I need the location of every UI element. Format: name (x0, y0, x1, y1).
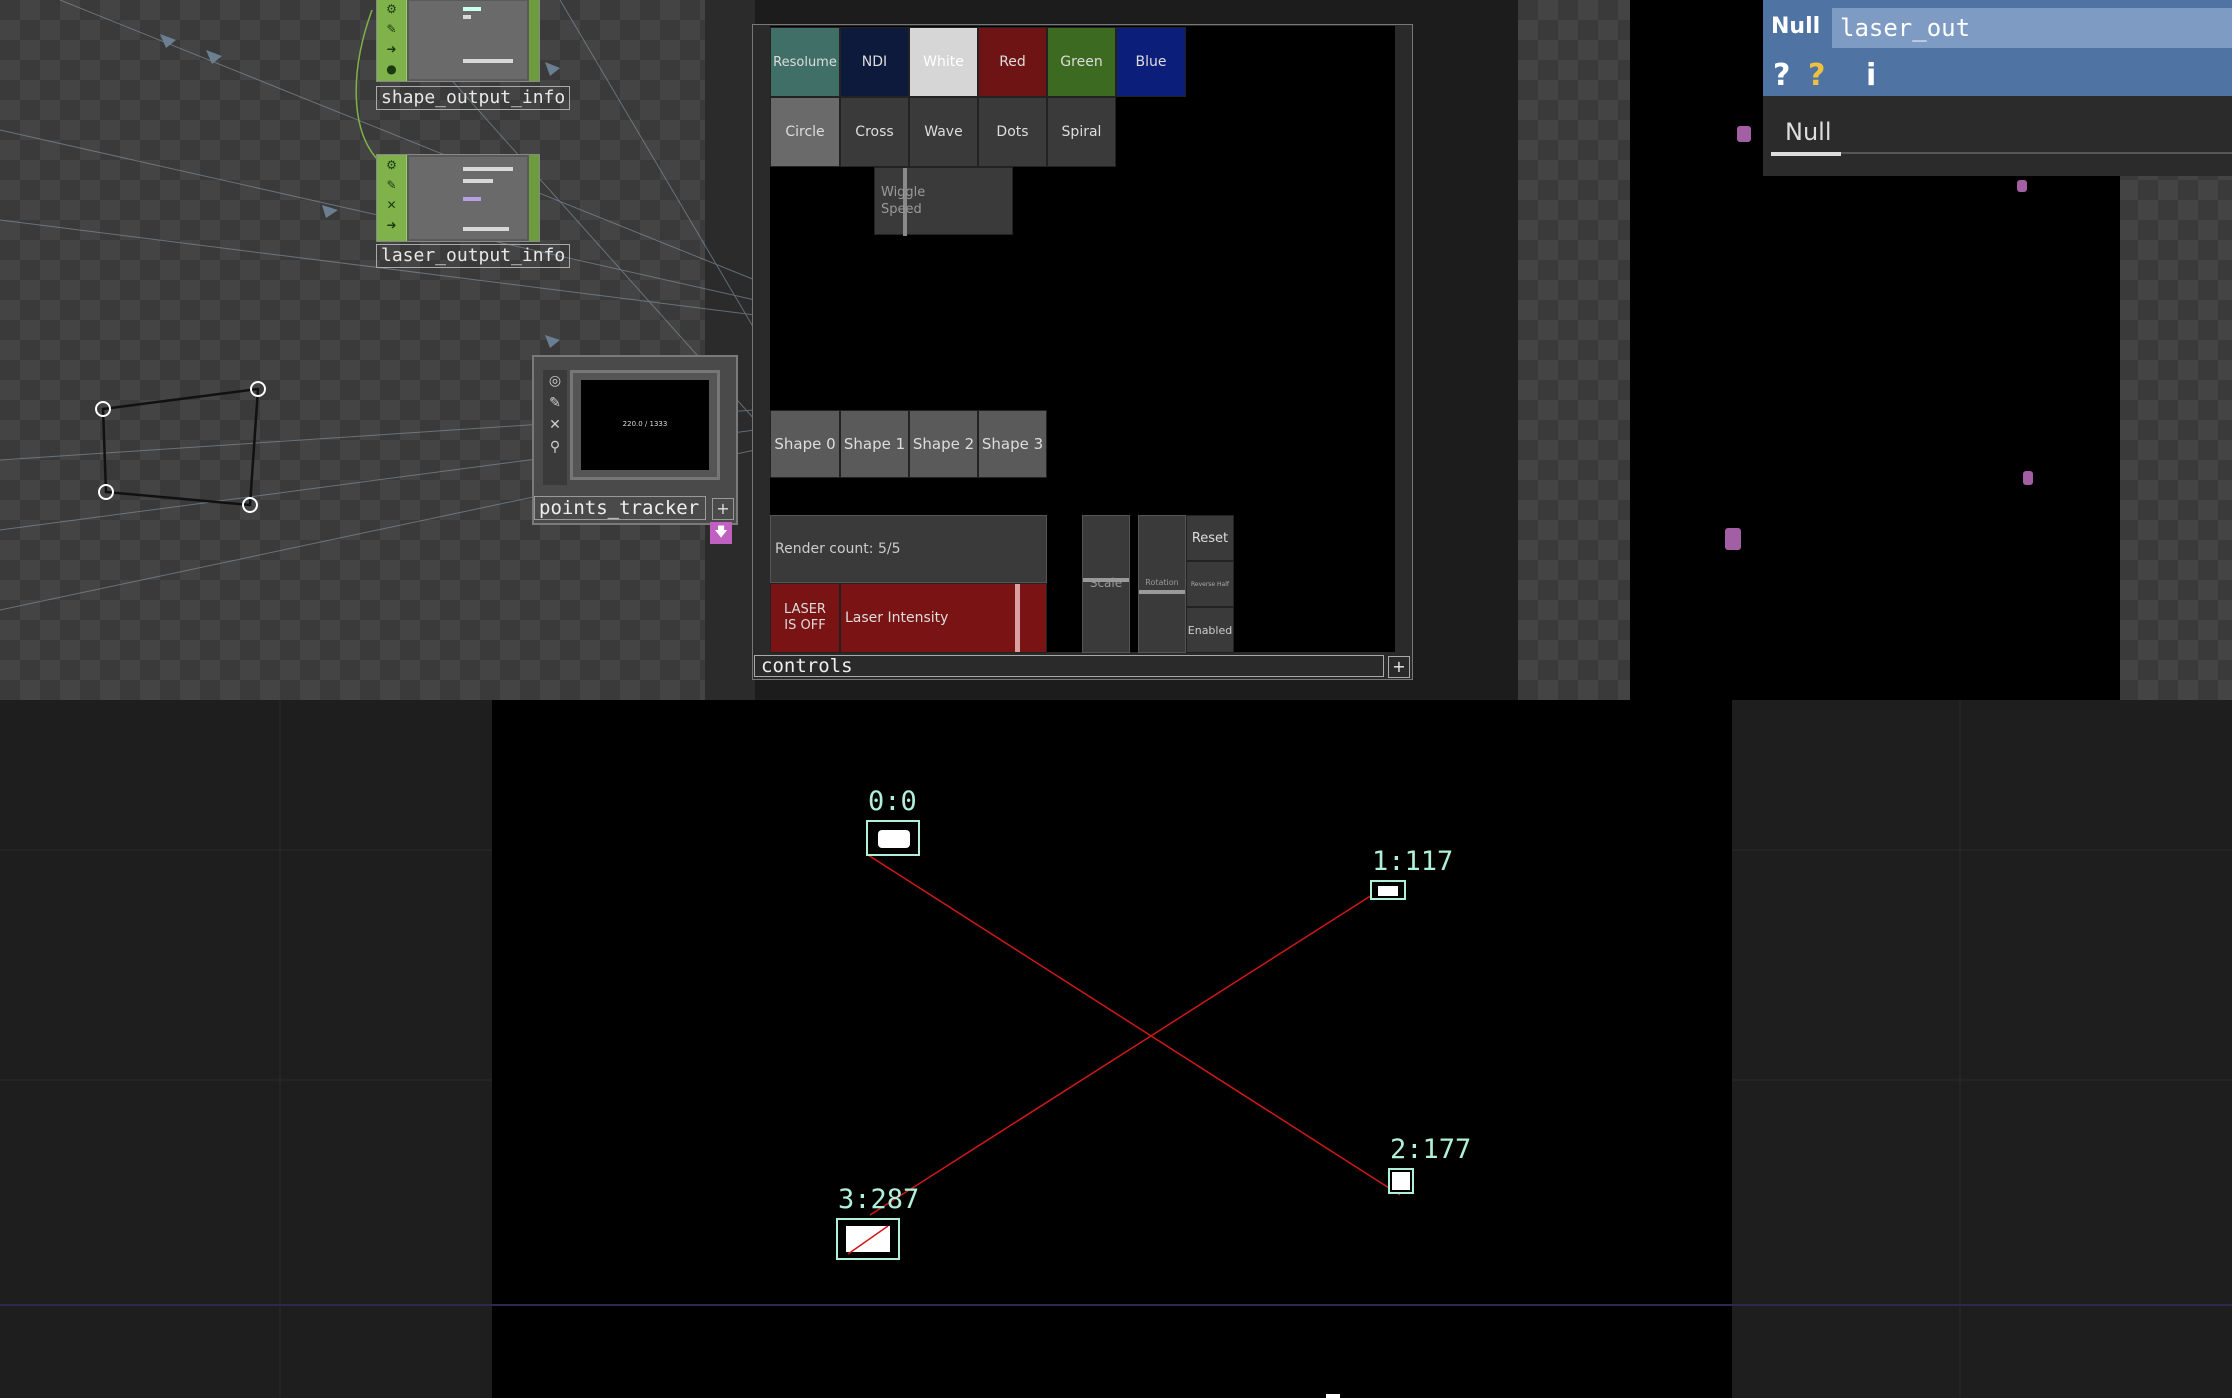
points-tracker-preview: 220.0 / 1333 (570, 370, 720, 480)
operator-type: Null (1771, 14, 1821, 39)
shape-output-info-node[interactable]: ⚙ ✎ ➜ ● (376, 0, 540, 82)
enabled-toggle[interactable]: Enabled (1186, 607, 1234, 653)
wiggle-speed-slider[interactable]: Wiggle Speed (874, 167, 1013, 236)
node-thumbnail (409, 157, 527, 239)
red-button[interactable]: Red (978, 27, 1047, 97)
node-thumbnail (409, 1, 527, 79)
dot-icon[interactable]: ● (377, 59, 406, 79)
point-1-label: 1:117 (1372, 846, 1454, 877)
cross-button[interactable]: Cross (840, 97, 909, 167)
ndi-button[interactable]: NDI (840, 27, 909, 97)
laser-toggle-button[interactable]: LASER IS OFF (770, 583, 840, 653)
touchdesigner-window: { "network": { "nodes": [ {"label": "sha… (0, 0, 2232, 1398)
arrow-icon[interactable]: ➜ (377, 215, 406, 235)
tab-null[interactable]: Null (1785, 118, 1832, 146)
close-icon[interactable]: ✕ (543, 414, 567, 436)
shape-2-button[interactable]: Shape 2 (909, 410, 978, 478)
arrow-icon[interactable]: ➜ (377, 39, 406, 59)
point-0-handle[interactable] (866, 820, 920, 856)
laser-output-info-label[interactable]: laser_output_info (376, 244, 571, 268)
viewer-icon[interactable]: ◎ (543, 370, 567, 392)
help-icon[interactable]: ? (1773, 58, 1790, 93)
close-icon[interactable]: ✕ (377, 195, 406, 215)
point-1-blob (1378, 886, 1398, 896)
points-tracker-icons: ◎ ✎ ✕ ⚲ (543, 370, 567, 485)
scale-label: Scale (1089, 576, 1123, 590)
reset-button[interactable]: Reset (1186, 515, 1234, 561)
laser-lines (0, 854, 2232, 1398)
dots-button[interactable]: Dots (978, 97, 1047, 167)
resolume-button[interactable]: Resolume (770, 27, 840, 97)
shape-3-button[interactable]: Shape 3 (978, 410, 1047, 478)
edit-icon[interactable]: ✎ (543, 392, 567, 414)
node-flags: ⚙ ✎ ➜ ● (377, 0, 407, 81)
node-flags: ⚙ ✎ ✕ ➜ (377, 155, 407, 241)
white-button[interactable]: White (909, 27, 978, 97)
shape-1-button[interactable]: Shape 1 (840, 410, 909, 478)
point-3-label: 3:287 (838, 1184, 920, 1215)
blue-button[interactable]: Blue (1116, 27, 1186, 97)
controls-label[interactable]: controls (754, 655, 1384, 677)
point-2-handle[interactable] (1388, 1168, 1414, 1194)
tab-underline (1771, 152, 1841, 156)
operator-name-field[interactable]: laser_out (1832, 8, 2232, 48)
info-icon[interactable]: i (1866, 58, 1876, 93)
point-2-blob (1392, 1172, 1410, 1190)
green-button[interactable]: Green (1047, 27, 1116, 97)
particle-dot (2017, 180, 2027, 192)
particle-dot (1737, 126, 1751, 142)
edit-icon[interactable]: ✎ (377, 19, 406, 39)
points-tracker-label[interactable]: points_tracker (534, 496, 706, 520)
laser-output-info-node[interactable]: ⚙ ✎ ✕ ➜ (376, 154, 540, 242)
rotation-label: Rotation (1145, 578, 1179, 587)
particle-dot (2023, 471, 2033, 485)
point-0-label: 0:0 (868, 786, 917, 817)
point-0-blob (878, 830, 910, 848)
gear-icon[interactable]: ⚙ (377, 0, 406, 19)
points-tracker-readout: 220.0 / 1333 (581, 380, 709, 470)
point-3-line (847, 1225, 889, 1255)
edit-icon[interactable]: ✎ (377, 175, 406, 195)
shape-0-button[interactable]: Shape 0 (770, 410, 840, 478)
slider-handle[interactable] (1015, 584, 1020, 652)
reverse-half-toggle[interactable]: Reverse Half (1186, 561, 1234, 607)
pin-icon[interactable]: ⚲ (543, 436, 567, 458)
rotation-slider[interactable]: Rotation (1138, 515, 1186, 653)
shape-output-info-label[interactable]: shape_output_info (376, 86, 571, 110)
laser-intensity-label: Laser Intensity (845, 610, 949, 626)
scale-slider[interactable]: Scale (1082, 515, 1130, 653)
particle-dot (1725, 528, 1741, 550)
render-count: Render count: 5/5 (770, 515, 1047, 583)
wave-button[interactable]: Wave (909, 97, 978, 167)
laser-intensity-slider[interactable]: Laser Intensity (840, 583, 1047, 653)
node-output-tab[interactable] (529, 0, 539, 81)
point-2-label: 2:177 (1390, 1134, 1472, 1165)
circle-button[interactable]: Circle (770, 97, 840, 167)
point-3-handle[interactable] (836, 1218, 900, 1260)
point-1-handle[interactable] (1370, 880, 1406, 900)
wiggle-speed-label: Wiggle Speed (881, 185, 926, 217)
add-icon[interactable]: + (712, 498, 734, 520)
python-help-icon[interactable]: ? (1808, 58, 1825, 93)
slider-handle[interactable] (1139, 590, 1185, 594)
gear-icon[interactable]: ⚙ (377, 155, 406, 175)
add-icon[interactable]: + (1388, 656, 1410, 678)
spiral-button[interactable]: Spiral (1047, 97, 1116, 167)
node-output-tab[interactable] (529, 155, 539, 241)
download-icon[interactable]: 🡇 (710, 522, 732, 544)
